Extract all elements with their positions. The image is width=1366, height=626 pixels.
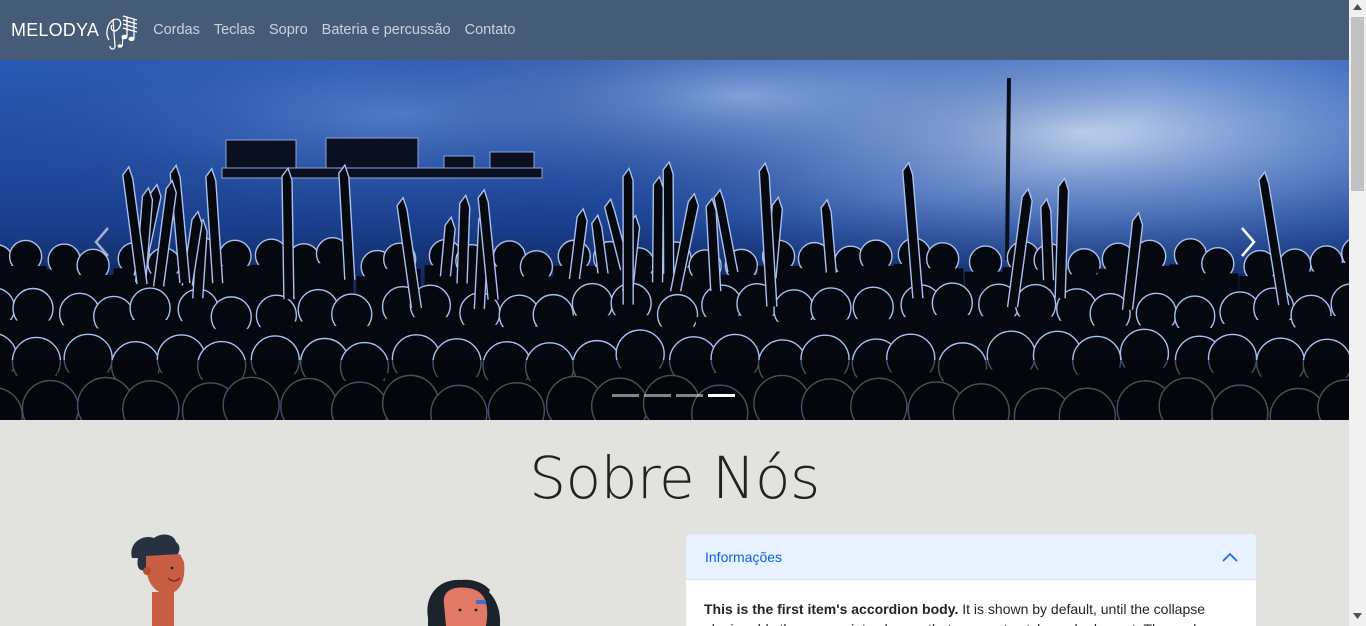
accordion-body: This is the first item's accordion body.… (686, 580, 1256, 626)
man-figure (131, 534, 185, 626)
music-notes-logo-icon (106, 15, 138, 50)
nav-link-sopro[interactable]: Sopro (269, 22, 308, 38)
brand-name: MELODYA (11, 19, 100, 40)
info-accordion: Informações This is the first item's acc… (685, 533, 1257, 626)
nav-link-cordas[interactable]: Cordas (153, 22, 200, 38)
accordion-header-button[interactable]: Informações (686, 534, 1256, 580)
woman-figure (427, 579, 501, 626)
navbar: MELODYA Cordas Teclas Sopro Bateria e pe… (0, 0, 1349, 60)
nav-link-contato[interactable]: Contato (465, 22, 516, 38)
carousel-indicator[interactable] (708, 394, 735, 397)
concert-crowd-image (0, 60, 1349, 420)
carousel-indicator[interactable] (612, 394, 639, 397)
nav-link-teclas[interactable]: Teclas (214, 22, 255, 38)
hero-carousel (0, 60, 1349, 420)
scrollbar-thumb[interactable] (1351, 17, 1364, 191)
carousel-indicator[interactable] (676, 394, 703, 397)
page-scrollbar[interactable] (1349, 0, 1366, 626)
nav-links: Cordas Teclas Sopro Bateria e percussão … (153, 22, 529, 38)
carousel-next-chevron-icon[interactable] (1228, 220, 1268, 264)
accordion-body-bold: This is the first item's accordion body. (704, 601, 959, 617)
carousel-indicator[interactable] (644, 394, 671, 397)
scroll-down-arrow-icon[interactable] (1353, 612, 1362, 620)
scroll-up-arrow-icon[interactable] (1353, 3, 1362, 11)
about-title: Sobre Nós (529, 444, 820, 512)
carousel-indicators (612, 394, 740, 397)
accordion-header-label: Informações (705, 548, 783, 565)
nav-link-bateria-percussao[interactable]: Bateria e percussão (322, 22, 451, 38)
chevron-up-icon (1222, 552, 1238, 562)
people-illustration (131, 534, 501, 626)
carousel-prev-chevron-icon[interactable] (84, 220, 124, 264)
brand[interactable]: MELODYA (11, 10, 141, 50)
